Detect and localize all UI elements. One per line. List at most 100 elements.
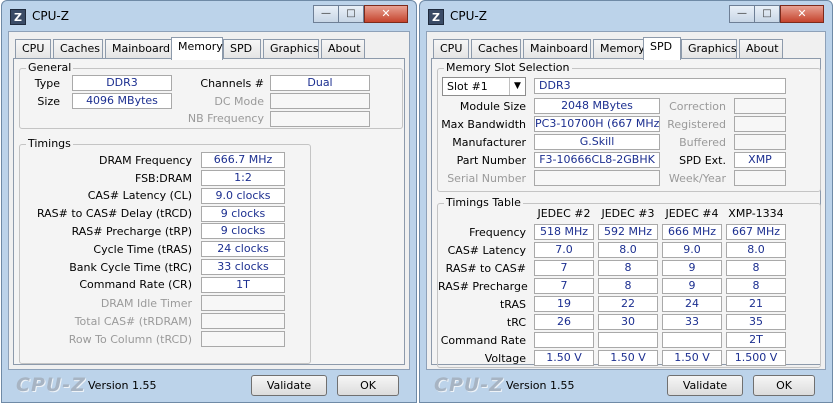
memory-tab-content: General Type DDR3 Size 4096 MBytes Chann…	[13, 58, 405, 365]
title-bar[interactable]: Z CPU-Z — □ ✕	[2, 1, 416, 31]
dram-idle-timer-label: DRAM Idle Timer	[100, 297, 192, 310]
ras-precharge-label: RAS# Precharge (tRP)	[71, 225, 192, 238]
ras-precharge-label: RAS# Precharge	[438, 280, 528, 293]
table-cell: 24	[662, 296, 722, 312]
validate-button[interactable]: Validate	[667, 375, 743, 396]
table-cell: 1.50 V	[662, 350, 722, 366]
tab-about[interactable]: About	[321, 39, 365, 59]
table-cell: 8	[726, 260, 786, 276]
tab-caches[interactable]: Caches	[471, 39, 521, 59]
serial-number-label: Serial Number	[447, 172, 526, 185]
tab-caches[interactable]: Caches	[53, 39, 103, 59]
buffered-label: Buffered	[679, 136, 726, 149]
table-cell: 7.0	[534, 242, 594, 258]
correction-value	[734, 98, 786, 114]
validate-button[interactable]: Validate	[251, 375, 327, 396]
tab-mainboard[interactable]: Mainboard	[105, 39, 173, 59]
slot-select[interactable]: Slot #1 ▼	[442, 77, 526, 96]
tab-mainboard[interactable]: Mainboard	[523, 39, 591, 59]
column-header: XMP-1334	[728, 207, 784, 220]
buffered-value	[734, 134, 786, 150]
ras-precharge-value: 9 clocks	[201, 223, 285, 239]
title-bar[interactable]: Z CPU-Z — □ ✕	[420, 1, 832, 31]
week-year-value	[734, 170, 786, 186]
table-cell: 666 MHz	[662, 224, 722, 240]
table-cell: 9.0	[662, 242, 722, 258]
timings-group-title: Timings	[26, 137, 73, 150]
bank-cycle-time-label: Bank Cycle Time (tRC)	[69, 261, 192, 274]
maximize-button[interactable]: □	[754, 5, 780, 23]
registered-value	[734, 116, 786, 132]
tab-cpu[interactable]: CPU	[433, 39, 469, 59]
dc-mode-label: DC Mode	[214, 95, 264, 108]
table-cell: 2T	[726, 332, 786, 348]
command-rate-label: Command Rate (CR)	[79, 278, 192, 291]
type-label: Type	[34, 77, 60, 90]
total-cas-label: Total CAS# (tRDRAM)	[74, 315, 192, 328]
row-to-column-value	[201, 331, 285, 347]
table-cell: 9	[662, 260, 722, 276]
timings-group: Timings DRAM Frequency 666.7 MHz FSB:DRA…	[19, 137, 311, 364]
frequency-label: Frequency	[469, 226, 526, 239]
footer-bar: CPU-Z Version 1.55 Validate OK	[2, 370, 416, 402]
tab-memory[interactable]: Memory	[593, 39, 645, 59]
table-cell: 35	[726, 314, 786, 330]
dram-frequency-label: DRAM Frequency	[98, 154, 192, 167]
footer-bar: CPU-Z Version 1.55 Validate OK	[420, 370, 832, 402]
spd-tab-content: Memory Slot Selection Slot #1 ▼ DDR3 Mod…	[431, 58, 821, 368]
ok-button[interactable]: OK	[337, 375, 399, 396]
channels-label: Channels #	[200, 77, 264, 90]
part-number-value: F3-10666CL8-2GBHK	[534, 152, 660, 168]
type-value: DDR3	[72, 75, 172, 91]
ras-to-cas-label: RAS# to CAS# Delay (tRCD)	[36, 207, 192, 220]
table-cell: 7	[534, 278, 594, 294]
module-size-value: 2048 MBytes	[534, 98, 660, 114]
cpuz-logo: CPU-Z	[434, 374, 504, 396]
bank-cycle-time-value: 33 clocks	[201, 259, 285, 275]
size-label: Size	[37, 95, 60, 108]
minimize-button[interactable]: —	[729, 5, 755, 23]
close-button[interactable]: ✕	[780, 5, 824, 23]
table-cell: 8	[598, 260, 658, 276]
cpuz-memory-window: Z CPU-Z — □ ✕ CPU Caches Mainboard Memor…	[1, 0, 417, 403]
tras-label: tRAS	[499, 298, 526, 311]
voltage-label: Voltage	[484, 352, 526, 365]
tab-graphics[interactable]: Graphics	[263, 39, 319, 59]
table-cell: 8.0	[726, 242, 786, 258]
cpuz-app-icon: Z	[428, 9, 444, 25]
dropdown-arrow-icon[interactable]: ▼	[509, 78, 525, 95]
dc-mode-value	[270, 93, 370, 109]
command-rate-value: 1T	[201, 277, 285, 293]
table-cell: 33	[662, 314, 722, 330]
table-cell: 592 MHz	[598, 224, 658, 240]
tab-memory[interactable]: Memory	[171, 37, 223, 60]
ok-button[interactable]: OK	[753, 375, 815, 396]
column-header: JEDEC #3	[601, 207, 655, 220]
table-cell: 21	[726, 296, 786, 312]
close-button[interactable]: ✕	[364, 5, 408, 23]
minimize-button[interactable]: —	[313, 5, 339, 23]
tab-cpu[interactable]: CPU	[15, 39, 51, 59]
column-header: JEDEC #2	[537, 207, 591, 220]
maximize-button[interactable]: □	[338, 5, 364, 23]
command-rate-label: Command Rate	[440, 334, 526, 347]
cas-latency-label: CAS# Latency (CL)	[87, 189, 192, 202]
cpuz-app-icon: Z	[10, 9, 26, 25]
fsb-dram-label: FSB:DRAM	[134, 172, 192, 185]
cpuz-spd-window: Z CPU-Z — □ ✕ CPU Caches Mainboard Memor…	[419, 0, 833, 403]
tab-graphics[interactable]: Graphics	[681, 39, 737, 59]
tab-spd[interactable]: SPD	[643, 37, 681, 60]
tab-about[interactable]: About	[739, 39, 783, 59]
window-title: CPU-Z	[450, 9, 487, 23]
tab-spd[interactable]: SPD	[223, 39, 261, 59]
table-cell: 1.500 V	[726, 350, 786, 366]
memory-slot-group: Memory Slot Selection Slot #1 ▼ DDR3 Mod…	[437, 61, 821, 192]
manufacturer-value: G.Skill	[534, 134, 660, 150]
window-title: CPU-Z	[32, 9, 69, 23]
cycle-time-value: 24 clocks	[201, 241, 285, 257]
slot-select-value: Slot #1	[447, 80, 488, 93]
ras-to-cas-value: 9 clocks	[201, 206, 285, 222]
table-cell: 1.50 V	[598, 350, 658, 366]
table-cell	[534, 332, 594, 348]
spd-ext-label: SPD Ext.	[679, 154, 726, 167]
